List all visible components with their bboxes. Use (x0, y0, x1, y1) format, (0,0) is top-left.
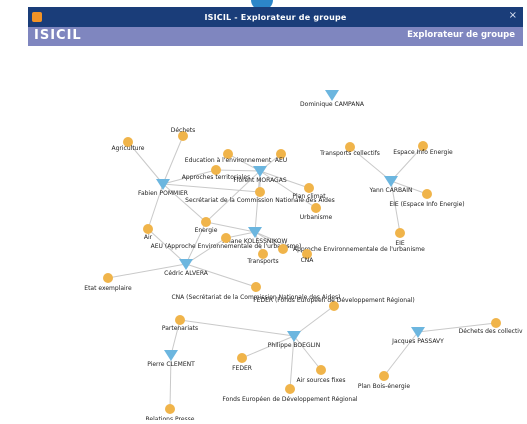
topic-marker-icon[interactable] (285, 384, 295, 394)
node-label: Déchets (171, 127, 196, 134)
node-label: Approches territoriales (182, 174, 250, 181)
topic-node[interactable]: Education à l'environnement (185, 149, 272, 164)
topic-node[interactable]: Approches territoriales (182, 165, 250, 181)
close-icon[interactable]: × (509, 10, 517, 21)
topic-marker-icon[interactable] (175, 315, 185, 325)
node-label: Secrétariat de la Commission Nationale d… (185, 197, 335, 204)
topic-marker-icon[interactable] (255, 187, 265, 197)
topic-node[interactable]: Approche Environnementale de l'urbanisme (278, 244, 425, 254)
window-title: ISICIL - Explorateur de groupe (204, 12, 347, 22)
node-label: Fabien POMMIER (138, 190, 188, 197)
node-label: Energie (195, 227, 218, 234)
topic-node[interactable]: Energie (195, 217, 218, 234)
topic-marker-icon[interactable] (491, 318, 501, 328)
node-label: Agriculture (112, 145, 145, 152)
person-node[interactable]: Dominique CAMPANA (300, 90, 365, 108)
topic-node[interactable]: Partenariats (162, 315, 198, 332)
graph-edge (162, 135, 184, 185)
topic-node[interactable]: FEDER (Fonds Européen de Développement R… (253, 297, 415, 311)
topic-node[interactable]: Etat exemplaire (84, 273, 132, 292)
person-node[interactable]: Yann CARBAIN (369, 176, 413, 194)
person-node[interactable]: Cédric ALVERA (164, 259, 209, 277)
graph-canvas[interactable]: Dominique CAMPANA Fabien POMMIER Florent M… (28, 46, 527, 423)
person-marker-icon[interactable] (411, 327, 425, 338)
topic-marker-icon[interactable] (103, 273, 113, 283)
topic-node[interactable]: Relations Presse (146, 404, 195, 423)
node-label: Partenariats (162, 325, 198, 332)
app-header: ISICIL Explorateur de groupe (28, 27, 523, 46)
person-marker-icon[interactable] (325, 90, 339, 101)
node-label: FEDER (232, 365, 252, 372)
person-marker-icon[interactable] (164, 350, 178, 361)
node-label: Déchets des collectivités (459, 328, 523, 335)
node-label: Relations Presse (146, 416, 195, 420)
person-marker-icon[interactable] (248, 227, 262, 238)
topic-marker-icon[interactable] (316, 365, 326, 375)
node-label: FEDER (Fonds Européen de Développement R… (253, 297, 415, 304)
topic-marker-icon[interactable] (278, 244, 288, 254)
node-label: Cédric ALVERA (164, 270, 209, 277)
topic-node[interactable]: Air sources fixes (296, 365, 346, 384)
node-label: Plan Bois-énergie (358, 383, 410, 390)
topic-node[interactable]: AEU (275, 149, 287, 164)
node-label: Transports (246, 258, 278, 265)
topic-marker-icon[interactable] (143, 224, 153, 234)
topic-marker-icon[interactable] (379, 371, 389, 381)
node-label: Etat exemplaire (84, 285, 132, 292)
topic-marker-icon[interactable] (165, 404, 175, 414)
topic-marker-icon[interactable] (395, 228, 405, 238)
topic-marker-icon[interactable] (304, 183, 314, 193)
page-frame: ISICIL - Explorateur de groupe × ISICIL … (0, 0, 527, 423)
node-label: Philippe BOEGLIN (268, 342, 320, 349)
node-label: Jacques PASSAVY (391, 338, 444, 345)
topic-node[interactable]: FEDER (232, 353, 252, 372)
node-label: CNA (301, 257, 315, 264)
node-label: Espace Info Energie (393, 149, 453, 156)
node-label: EIE (Espace Info Energie) (389, 201, 464, 208)
topic-node[interactable]: Agriculture (112, 137, 145, 152)
topic-node[interactable]: Espace Info Energie (393, 141, 453, 156)
window-titlebar[interactable]: ISICIL - Explorateur de groupe × (28, 7, 523, 27)
node-label: AEU (275, 157, 287, 164)
topic-node[interactable]: Déchets (171, 127, 196, 141)
node-label: Air sources fixes (296, 377, 345, 384)
node-label: Dominique CAMPANA (300, 101, 365, 108)
node-label: Fonds Européen de Développement Régional (222, 396, 357, 403)
group-graph[interactable]: Dominique CAMPANAFabien POMMIERFlorent M… (28, 46, 527, 423)
topic-node[interactable]: Fonds Européen de Développement Régional (222, 384, 358, 403)
node-label: Education à l'environnement (185, 157, 272, 164)
topic-node[interactable]: EIE (395, 228, 405, 247)
topic-node[interactable]: Air (143, 224, 153, 241)
topic-marker-icon[interactable] (422, 189, 432, 199)
person-node[interactable]: Fabien POMMIER (138, 179, 188, 197)
person-marker-icon[interactable] (287, 331, 301, 342)
node-label: Pierre CLEMENT (147, 361, 195, 368)
node-label: Transports collectifs (319, 150, 380, 157)
topic-node[interactable]: Transports collectifs (319, 142, 380, 157)
topic-node[interactable]: Urbanisme (300, 203, 333, 221)
person-node[interactable]: Pierre CLEMENT (147, 350, 195, 368)
app-label: Explorateur de groupe (407, 30, 515, 40)
node-label: Yann CARBAIN (369, 187, 413, 194)
node-label: Urbanisme (300, 214, 333, 221)
topic-marker-icon[interactable] (237, 353, 247, 363)
topic-node[interactable]: Transports (246, 249, 279, 265)
node-label: Approche Environnementale de l'urbanisme (293, 246, 425, 253)
isicil-logo: ISICIL (34, 28, 82, 43)
topic-marker-icon[interactable] (251, 282, 261, 292)
topic-marker-icon[interactable] (201, 217, 211, 227)
topic-marker-icon[interactable] (221, 233, 231, 243)
graph-edge (215, 169, 261, 172)
person-marker-icon[interactable] (384, 176, 398, 187)
topic-marker-icon[interactable] (311, 203, 321, 213)
node-label: Air (144, 234, 153, 241)
topic-node[interactable]: Plan Bois-énergie (358, 371, 410, 390)
